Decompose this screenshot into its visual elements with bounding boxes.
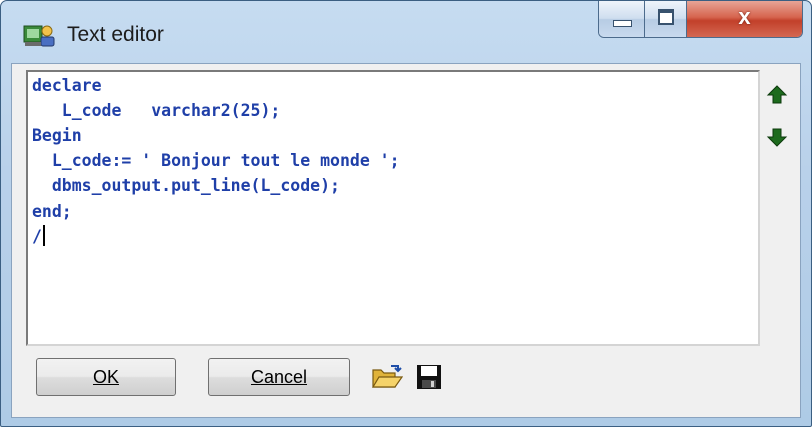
window-title: Text editor xyxy=(67,23,164,46)
text-caret xyxy=(42,225,45,246)
code-editor[interactable]: declare L_code varchar2(25); Begin L_cod… xyxy=(26,70,760,346)
code-line-cursor[interactable]: / xyxy=(32,225,45,249)
app-icon xyxy=(23,25,55,47)
code-line-text: / xyxy=(32,227,42,246)
code-line[interactable]: declare xyxy=(32,74,102,98)
arrow-down-icon[interactable] xyxy=(766,126,788,148)
folder-open-icon[interactable] xyxy=(371,364,403,390)
ok-button-label: OK xyxy=(92,366,119,387)
dialog-client-area: declare L_code varchar2(25); Begin L_cod… xyxy=(11,63,801,418)
code-line[interactable]: dbms_output.put_line(L_code); xyxy=(32,174,340,198)
code-line[interactable]: end; xyxy=(32,200,72,224)
floppy-save-icon[interactable] xyxy=(416,364,442,390)
ok-button[interactable]: OK xyxy=(36,358,176,396)
minimize-button[interactable] xyxy=(599,1,645,37)
minimize-icon xyxy=(613,20,632,27)
caption-buttons: x xyxy=(598,1,803,38)
arrow-up-icon[interactable] xyxy=(766,84,788,106)
text-editor-window: Text editor x declare L_code varchar2(25… xyxy=(0,0,812,427)
close-button[interactable]: x xyxy=(687,1,802,37)
maximize-button[interactable] xyxy=(645,1,687,37)
close-icon: x xyxy=(738,4,751,29)
code-line[interactable]: L_code varchar2(25); xyxy=(32,99,281,123)
cancel-button[interactable]: Cancel xyxy=(208,358,350,396)
title-bar[interactable]: Text editor x xyxy=(1,1,811,63)
cancel-button-label: Cancel xyxy=(250,366,308,387)
code-line[interactable]: L_code:= ' Bonjour tout le monde '; xyxy=(32,149,400,173)
code-line[interactable]: Begin xyxy=(32,124,82,148)
maximize-icon xyxy=(658,9,674,25)
